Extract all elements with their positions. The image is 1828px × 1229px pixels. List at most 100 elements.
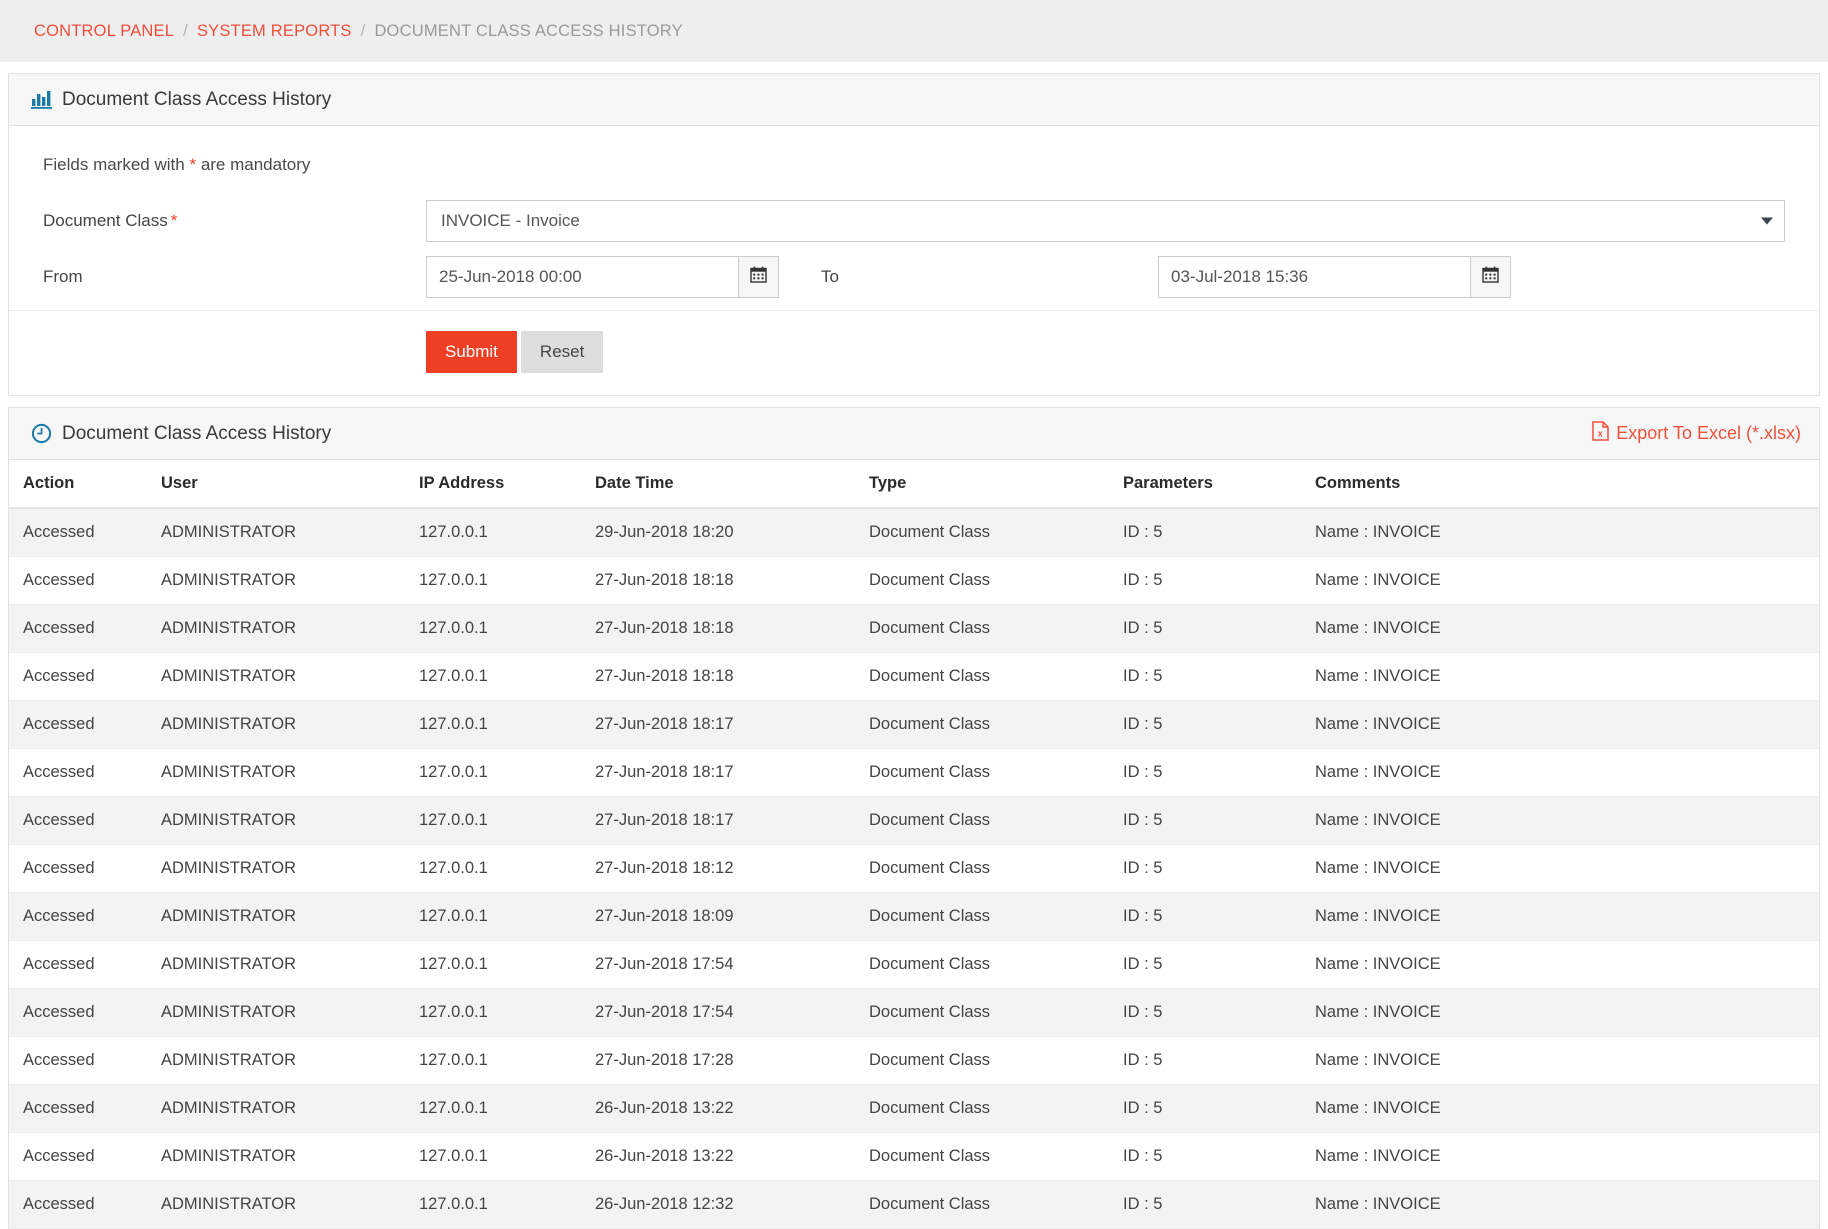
from-label: From: [43, 266, 83, 286]
cell-user: ADMINISTRATOR: [161, 1180, 419, 1229]
table-header: Action User IP Address Date Time Type Pa…: [9, 460, 1819, 509]
table-row[interactable]: Accessed ADMINISTRATOR 127.0.0.1 27-Jun-201…: [9, 652, 1819, 701]
breadcrumb-item-current: DOCUMENT CLASS ACCESS HISTORY: [374, 21, 683, 40]
cell-user: ADMINISTRATOR: [161, 604, 419, 653]
breadcrumb-item-system-reports[interactable]: SYSTEM REPORTS: [197, 22, 352, 41]
column-header-user[interactable]: User: [161, 460, 419, 509]
svg-text:x: x: [1598, 428, 1603, 438]
cell-parameters: ID : 5: [1123, 556, 1315, 605]
form-actions: Submit Reset: [9, 311, 1819, 373]
table-row[interactable]: Accessed ADMINISTRATOR 127.0.0.1 27-Jun-201…: [9, 556, 1819, 605]
cell-action: Accessed: [9, 604, 161, 653]
table-row[interactable]: Accessed ADMINISTRATOR 127.0.0.1 27-Jun-201…: [9, 988, 1819, 1037]
cell-type: Document Class: [869, 1036, 1123, 1085]
cell-ip-address: 127.0.0.1: [419, 1084, 595, 1133]
filter-panel-title: Document Class Access History: [62, 88, 332, 110]
column-header-date-time[interactable]: Date Time: [595, 460, 869, 509]
mandatory-note-suffix: are mandatory: [200, 155, 311, 174]
document-class-select[interactable]: INVOICE - Invoice: [426, 200, 1785, 242]
date-range-row: From 25-Jun-2018 00:00 To 03-Jul-2018 15…: [9, 243, 1819, 311]
cell-type: Document Class: [869, 796, 1123, 845]
column-header-comments[interactable]: Comments: [1315, 460, 1819, 509]
cell-type: Document Class: [869, 988, 1123, 1037]
cell-parameters: ID : 5: [1123, 1180, 1315, 1229]
cell-parameters: ID : 5: [1123, 892, 1315, 941]
table-row[interactable]: Accessed ADMINISTRATOR 127.0.0.1 27-Jun-201…: [9, 796, 1819, 845]
cell-action: Accessed: [9, 556, 161, 605]
cell-comments: Name : INVOICE: [1315, 892, 1819, 941]
results-panel: Document Class Access History x Export T…: [8, 407, 1820, 1229]
table-row[interactable]: Accessed ADMINISTRATOR 127.0.0.1 27-Jun-201…: [9, 844, 1819, 893]
cell-ip-address: 127.0.0.1: [419, 652, 595, 701]
cell-parameters: ID : 5: [1123, 508, 1315, 557]
cell-comments: Name : INVOICE: [1315, 604, 1819, 653]
cell-action: Accessed: [9, 1036, 161, 1085]
cell-type: Document Class: [869, 844, 1123, 893]
to-date-input[interactable]: [1158, 255, 1470, 298]
cell-parameters: ID : 5: [1123, 1036, 1315, 1085]
cell-parameters: ID : 5: [1123, 796, 1315, 845]
cell-date-time: 27-Jun-2018 18:18: [595, 652, 869, 701]
cell-user: ADMINISTRATOR: [161, 508, 419, 557]
clock-icon: [31, 423, 52, 444]
cell-action: Accessed: [9, 508, 161, 557]
column-header-ip-address[interactable]: IP Address: [419, 460, 595, 509]
export-to-excel-link[interactable]: x Export To Excel (*.xlsx): [1592, 421, 1801, 446]
to-calendar-button[interactable]: [1470, 255, 1511, 298]
table-row[interactable]: Accessed ADMINISTRATOR 127.0.0.1 27-Jun-201…: [9, 748, 1819, 797]
cell-action: Accessed: [9, 1132, 161, 1181]
results-panel-title: Document Class Access History: [62, 422, 332, 444]
cell-action: Accessed: [9, 892, 161, 941]
document-class-required-asterisk: *: [170, 211, 178, 230]
cell-type: Document Class: [869, 604, 1123, 653]
cell-user: ADMINISTRATOR: [161, 1036, 419, 1085]
cell-type: Document Class: [869, 892, 1123, 941]
breadcrumb: CONTROL PANEL / SYSTEM REPORTS / DOCUMEN…: [0, 0, 1828, 62]
table-row[interactable]: Accessed ADMINISTRATOR 127.0.0.1 26-Jun-201…: [9, 1132, 1819, 1181]
cell-type: Document Class: [869, 508, 1123, 557]
table-row[interactable]: Accessed ADMINISTRATOR 127.0.0.1 27-Jun-201…: [9, 1036, 1819, 1085]
cell-parameters: ID : 5: [1123, 604, 1315, 653]
cell-ip-address: 127.0.0.1: [419, 700, 595, 749]
cell-type: Document Class: [869, 940, 1123, 989]
column-header-action[interactable]: Action: [9, 460, 161, 509]
to-label: To: [821, 266, 839, 286]
cell-parameters: ID : 5: [1123, 844, 1315, 893]
cell-comments: Name : INVOICE: [1315, 556, 1819, 605]
cell-date-time: 27-Jun-2018 18:17: [595, 796, 869, 845]
table-row[interactable]: Accessed ADMINISTRATOR 127.0.0.1 27-Jun-201…: [9, 892, 1819, 941]
from-calendar-button[interactable]: [738, 255, 779, 298]
column-header-type[interactable]: Type: [869, 460, 1123, 509]
document-class-row: Document Class * INVOICE - Invoice: [9, 175, 1819, 243]
mandatory-note-prefix: Fields marked with: [43, 155, 185, 174]
table-row[interactable]: Accessed ADMINISTRATOR 127.0.0.1 26-Jun-201…: [9, 1180, 1819, 1229]
reset-button[interactable]: Reset: [520, 331, 604, 373]
column-header-parameters[interactable]: Parameters: [1123, 460, 1315, 509]
cell-ip-address: 127.0.0.1: [419, 748, 595, 797]
cell-comments: Name : INVOICE: [1315, 1084, 1819, 1133]
table-row[interactable]: Accessed ADMINISTRATOR 127.0.0.1 27-Jun-201…: [9, 700, 1819, 749]
cell-comments: Name : INVOICE: [1315, 748, 1819, 797]
submit-button[interactable]: Submit: [426, 331, 517, 373]
calendar-icon: [1482, 266, 1499, 288]
table-row[interactable]: Accessed ADMINISTRATOR 127.0.0.1 26-Jun-201…: [9, 1084, 1819, 1133]
breadcrumb-item-control-panel[interactable]: CONTROL PANEL: [34, 22, 174, 41]
table-header-row: Action User IP Address Date Time Type Pa…: [9, 460, 1819, 509]
results-panel-header: Document Class Access History x Export T…: [9, 408, 1819, 460]
cell-ip-address: 127.0.0.1: [419, 940, 595, 989]
cell-comments: Name : INVOICE: [1315, 700, 1819, 749]
from-date-input[interactable]: [426, 255, 738, 298]
mandatory-note-asterisk: *: [189, 155, 197, 174]
filter-panel-body: Fields marked with * are mandatory Docum…: [9, 126, 1819, 395]
cell-parameters: ID : 5: [1123, 1132, 1315, 1181]
table-row[interactable]: Accessed ADMINISTRATOR 127.0.0.1 27-Jun-201…: [9, 940, 1819, 989]
cell-type: Document Class: [869, 748, 1123, 797]
cell-comments: Name : INVOICE: [1315, 844, 1819, 893]
table-row[interactable]: Accessed ADMINISTRATOR 127.0.0.1 29-Jun-201…: [9, 508, 1819, 557]
cell-date-time: 27-Jun-2018 17:54: [595, 988, 869, 1037]
cell-user: ADMINISTRATOR: [161, 1132, 419, 1181]
cell-user: ADMINISTRATOR: [161, 988, 419, 1037]
table-row[interactable]: Accessed ADMINISTRATOR 127.0.0.1 27-Jun-201…: [9, 604, 1819, 653]
cell-user: ADMINISTRATOR: [161, 940, 419, 989]
cell-action: Accessed: [9, 1180, 161, 1229]
